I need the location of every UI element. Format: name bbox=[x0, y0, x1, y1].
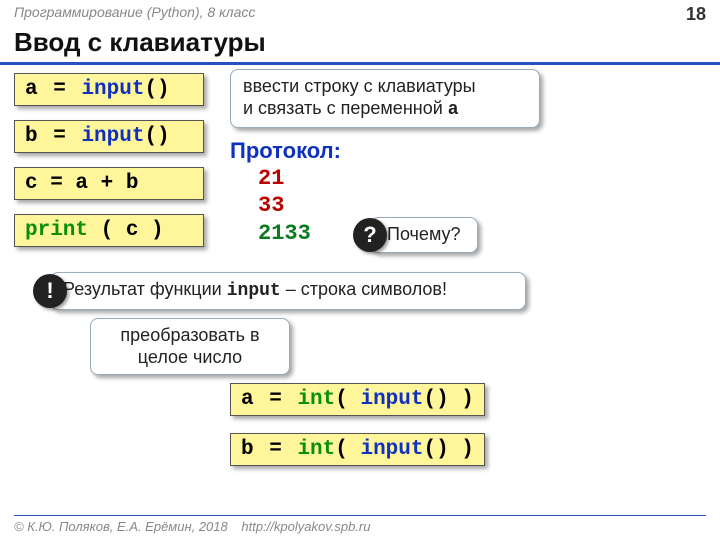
footer-copy: © К.Ю. Поляков, Е.А. Ерёмин, 2018 bbox=[14, 519, 228, 534]
callout-intro-line2: и связать с переменной a bbox=[243, 98, 527, 122]
breadcrumb: Программирование (Python), 8 класс bbox=[14, 4, 255, 25]
code-print: print ( c ) bbox=[14, 214, 204, 247]
code-b-input: b = input() bbox=[14, 120, 204, 153]
callout-convert-l2: целое число bbox=[103, 347, 277, 369]
callout-result: ! Результат функции input – строка симво… bbox=[50, 272, 526, 310]
callout-intro-line1: ввести строку с клавиатуры bbox=[243, 76, 527, 98]
callout-intro: ввести строку с клавиатуры и связать с п… bbox=[230, 69, 540, 128]
question-icon: ? bbox=[353, 218, 387, 252]
callout-why-text: Почему? bbox=[387, 224, 461, 244]
protocol-label: Протокол: bbox=[230, 137, 341, 165]
callout-why: ? Почему? bbox=[370, 217, 478, 253]
code-a-input: a = input() bbox=[14, 73, 204, 106]
page-number: 18 bbox=[686, 4, 706, 25]
callout-convert-l1: преобразовать в bbox=[103, 325, 277, 347]
code-a-int: a = int( input() ) bbox=[230, 383, 485, 416]
code-b-int: b = int( input() ) bbox=[230, 433, 485, 466]
callout-convert: преобразовать в целое число bbox=[90, 318, 290, 375]
protocol-v1: 21 bbox=[230, 165, 341, 193]
protocol-block: Протокол: 21 33 2133 bbox=[230, 137, 341, 247]
page-title: Ввод с клавиатуры bbox=[0, 25, 720, 65]
slide-content: a = input() b = input() c = a + b print … bbox=[0, 65, 720, 75]
callout-result-text: Результат функции input – строка символо… bbox=[63, 279, 447, 299]
code-c-sum: c = a + b bbox=[14, 167, 204, 200]
footer-url: http://kpolyakov.spb.ru bbox=[241, 519, 370, 534]
exclamation-icon: ! bbox=[33, 274, 67, 308]
protocol-v2: 33 bbox=[230, 192, 341, 220]
protocol-v3: 2133 bbox=[230, 220, 341, 248]
footer: © К.Ю. Поляков, Е.А. Ерёмин, 2018 http:/… bbox=[14, 515, 706, 534]
